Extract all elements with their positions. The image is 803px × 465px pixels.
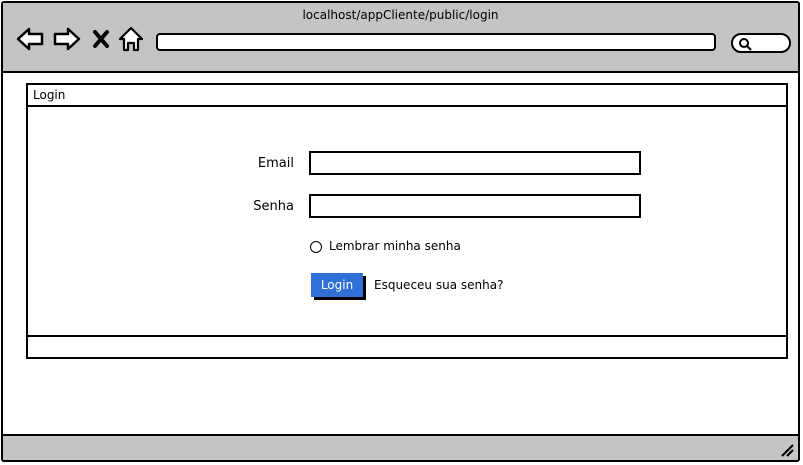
window-title: localhost/appCliente/public/login — [302, 8, 499, 22]
search-icon — [739, 38, 752, 51]
login-panel: Login Email Senha Lembrar minha senha Lo… — [26, 83, 788, 359]
browser-toolbar: localhost/appCliente/public/login — [3, 3, 798, 73]
panel-footer — [28, 335, 786, 357]
back-arrow-icon[interactable] — [15, 25, 45, 53]
address-bar[interactable] — [156, 33, 716, 51]
panel-title: Login — [33, 88, 66, 102]
home-icon[interactable] — [117, 25, 145, 53]
email-field[interactable] — [309, 151, 641, 175]
browser-window: localhost/appCliente/public/login Login … — [1, 1, 800, 462]
login-button[interactable]: Login — [311, 273, 363, 297]
forward-arrow-icon[interactable] — [52, 25, 82, 53]
browser-search-field[interactable] — [731, 33, 791, 53]
email-label: Email — [257, 156, 294, 171]
close-icon[interactable] — [89, 25, 113, 53]
remember-password-radio[interactable] — [310, 241, 322, 253]
password-label: Senha — [253, 199, 294, 214]
password-field[interactable] — [309, 194, 641, 218]
panel-header: Login — [28, 85, 786, 107]
status-bar — [3, 434, 798, 460]
resize-grip-icon[interactable] — [778, 441, 794, 457]
remember-password-label: Lembrar minha senha — [329, 239, 461, 253]
forgot-password-link[interactable]: Esqueceu sua senha? — [374, 278, 503, 292]
